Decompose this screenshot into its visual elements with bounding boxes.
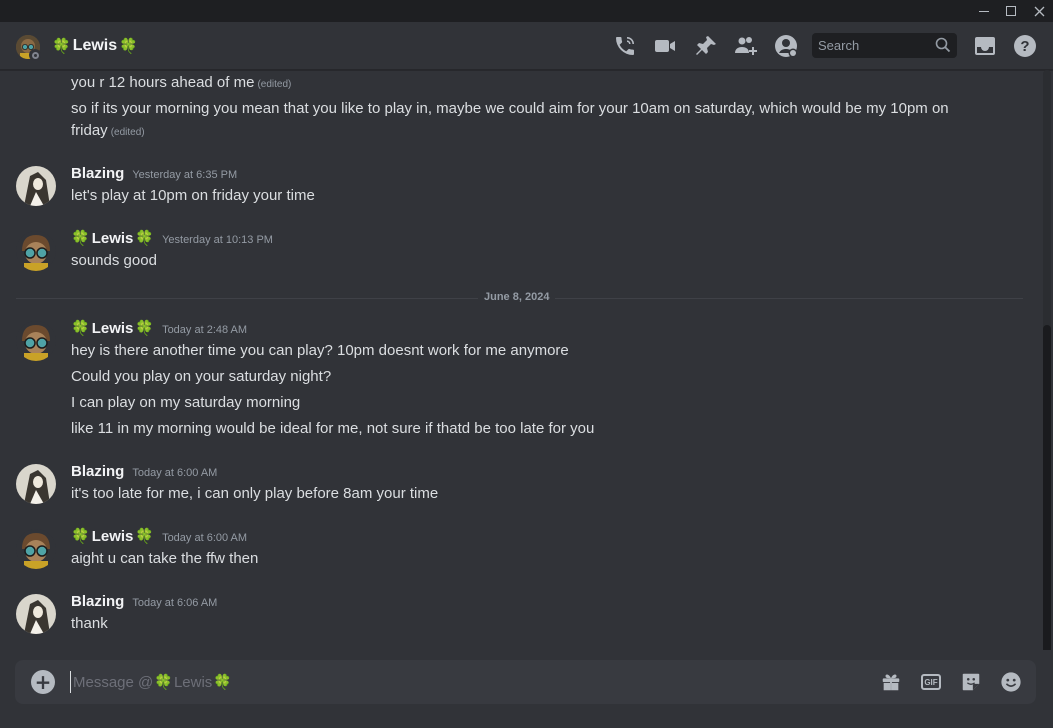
clover-icon: 🍀 (71, 528, 90, 545)
message-timestamp: Today at 6:06 AM (132, 597, 218, 609)
message-timestamp: Yesterday at 10:13 PM (162, 234, 273, 246)
message-input-recipient: Lewis (173, 673, 213, 691)
help-icon[interactable]: ? (1013, 34, 1037, 58)
author-name[interactable]: Blazing (71, 165, 124, 182)
avatar[interactable] (16, 166, 56, 206)
message-header: 🍀 Lewis 🍀 Yesterday at 10:13 PM (71, 230, 273, 247)
voice-call-icon[interactable] (613, 34, 637, 58)
clover-icon: 🍀 (119, 37, 138, 55)
author-name[interactable]: 🍀 Lewis 🍀 (71, 320, 154, 337)
date-divider-label: June 8, 2024 (478, 291, 556, 303)
emoji-icon[interactable] (999, 670, 1023, 694)
message-content: Could you play on your saturday night? (71, 368, 332, 385)
message-timestamp: Today at 2:48 AM (162, 324, 248, 336)
search-icon (935, 37, 951, 53)
message-composer: + Message @ 🍀 Lewis 🍀 GIF (15, 660, 1036, 704)
message-content: so if its your morning you mean that you… (71, 100, 949, 117)
author-name[interactable]: 🍀 Lewis 🍀 (71, 528, 154, 545)
message-content: friday (edited) (71, 122, 145, 139)
clover-icon: 🍀 (71, 230, 90, 247)
inbox-icon[interactable] (973, 34, 997, 58)
search-box[interactable] (812, 33, 957, 58)
gif-icon[interactable]: GIF (919, 670, 943, 694)
avatar[interactable] (16, 594, 56, 634)
author-name[interactable]: Blazing (71, 463, 124, 480)
clover-icon: 🍀 (154, 673, 173, 691)
message-content: sounds good (71, 252, 157, 269)
gift-icon[interactable] (879, 670, 903, 694)
message-header: Blazing Today at 6:00 AM (71, 463, 217, 480)
edited-label: (edited) (257, 79, 292, 90)
close-icon[interactable] (1025, 0, 1053, 22)
message-content: hey is there another time you can play? … (71, 342, 569, 359)
message-content: thank (71, 615, 108, 632)
edited-label: (edited) (110, 127, 145, 138)
avatar[interactable] (16, 321, 56, 361)
avatar[interactable] (16, 529, 56, 569)
svg-text:?: ? (1020, 38, 1029, 55)
window-titlebar (0, 0, 1053, 22)
message-header: Blazing Yesterday at 6:35 PM (71, 165, 237, 182)
message-input[interactable]: Message @ 🍀 Lewis 🍀 (70, 671, 232, 693)
clover-icon: 🍀 (135, 528, 155, 545)
clover-icon: 🍀 (52, 37, 71, 55)
minimize-icon[interactable] (970, 0, 998, 22)
message-content: it's too late for me, i can only play be… (71, 485, 439, 502)
add-friends-icon[interactable] (734, 34, 758, 58)
maximize-icon[interactable] (997, 0, 1025, 22)
clover-icon: 🍀 (71, 320, 90, 337)
message-timestamp: Today at 6:00 AM (132, 467, 218, 479)
gif-label: GIF (921, 674, 941, 690)
add-attachment-icon[interactable]: + (31, 670, 55, 694)
channel-header: 🍀 Lewis 🍀 ? (0, 22, 1053, 70)
message-header: 🍀 Lewis 🍀 Today at 2:48 AM (71, 320, 247, 337)
clover-icon: 🍀 (213, 673, 232, 691)
message-content: let's play at 10pm on friday your time (71, 187, 315, 204)
message-content: you r 12 hours ahead of me (edited) (71, 74, 292, 91)
message-timestamp: Today at 6:00 AM (162, 532, 248, 544)
message-content: like 11 in my morning would be ideal for… (71, 420, 595, 437)
channel-title: 🍀 Lewis 🍀 (52, 35, 138, 57)
message-header: 🍀 Lewis 🍀 Today at 6:00 AM (71, 528, 247, 545)
message-list[interactable]: you r 12 hours ahead of me (edited) so if… (0, 70, 1053, 650)
message-timestamp: Yesterday at 6:35 PM (132, 169, 238, 181)
status-indicator (29, 49, 41, 61)
author-name[interactable]: 🍀 Lewis 🍀 (71, 230, 154, 247)
search-input[interactable] (818, 38, 933, 53)
video-call-icon[interactable] (653, 34, 677, 58)
author-name[interactable]: Blazing (71, 593, 124, 610)
avatar[interactable] (16, 464, 56, 504)
avatar[interactable] (16, 231, 56, 271)
sticker-icon[interactable] (959, 670, 983, 694)
user-profile-icon[interactable] (774, 34, 798, 58)
message-content: I can play on my saturday morning (71, 394, 301, 411)
clover-icon: 🍀 (135, 320, 155, 337)
scrollbar-thumb[interactable] (1043, 325, 1051, 650)
message-header: Blazing Today at 6:06 AM (71, 593, 217, 610)
channel-title-text: Lewis (72, 37, 118, 54)
clover-icon: 🍀 (135, 230, 155, 247)
message-input-placeholder: Message @ (73, 673, 154, 691)
pinned-icon[interactable] (694, 34, 718, 58)
message-content: aight u can take the ffw then (71, 550, 259, 567)
